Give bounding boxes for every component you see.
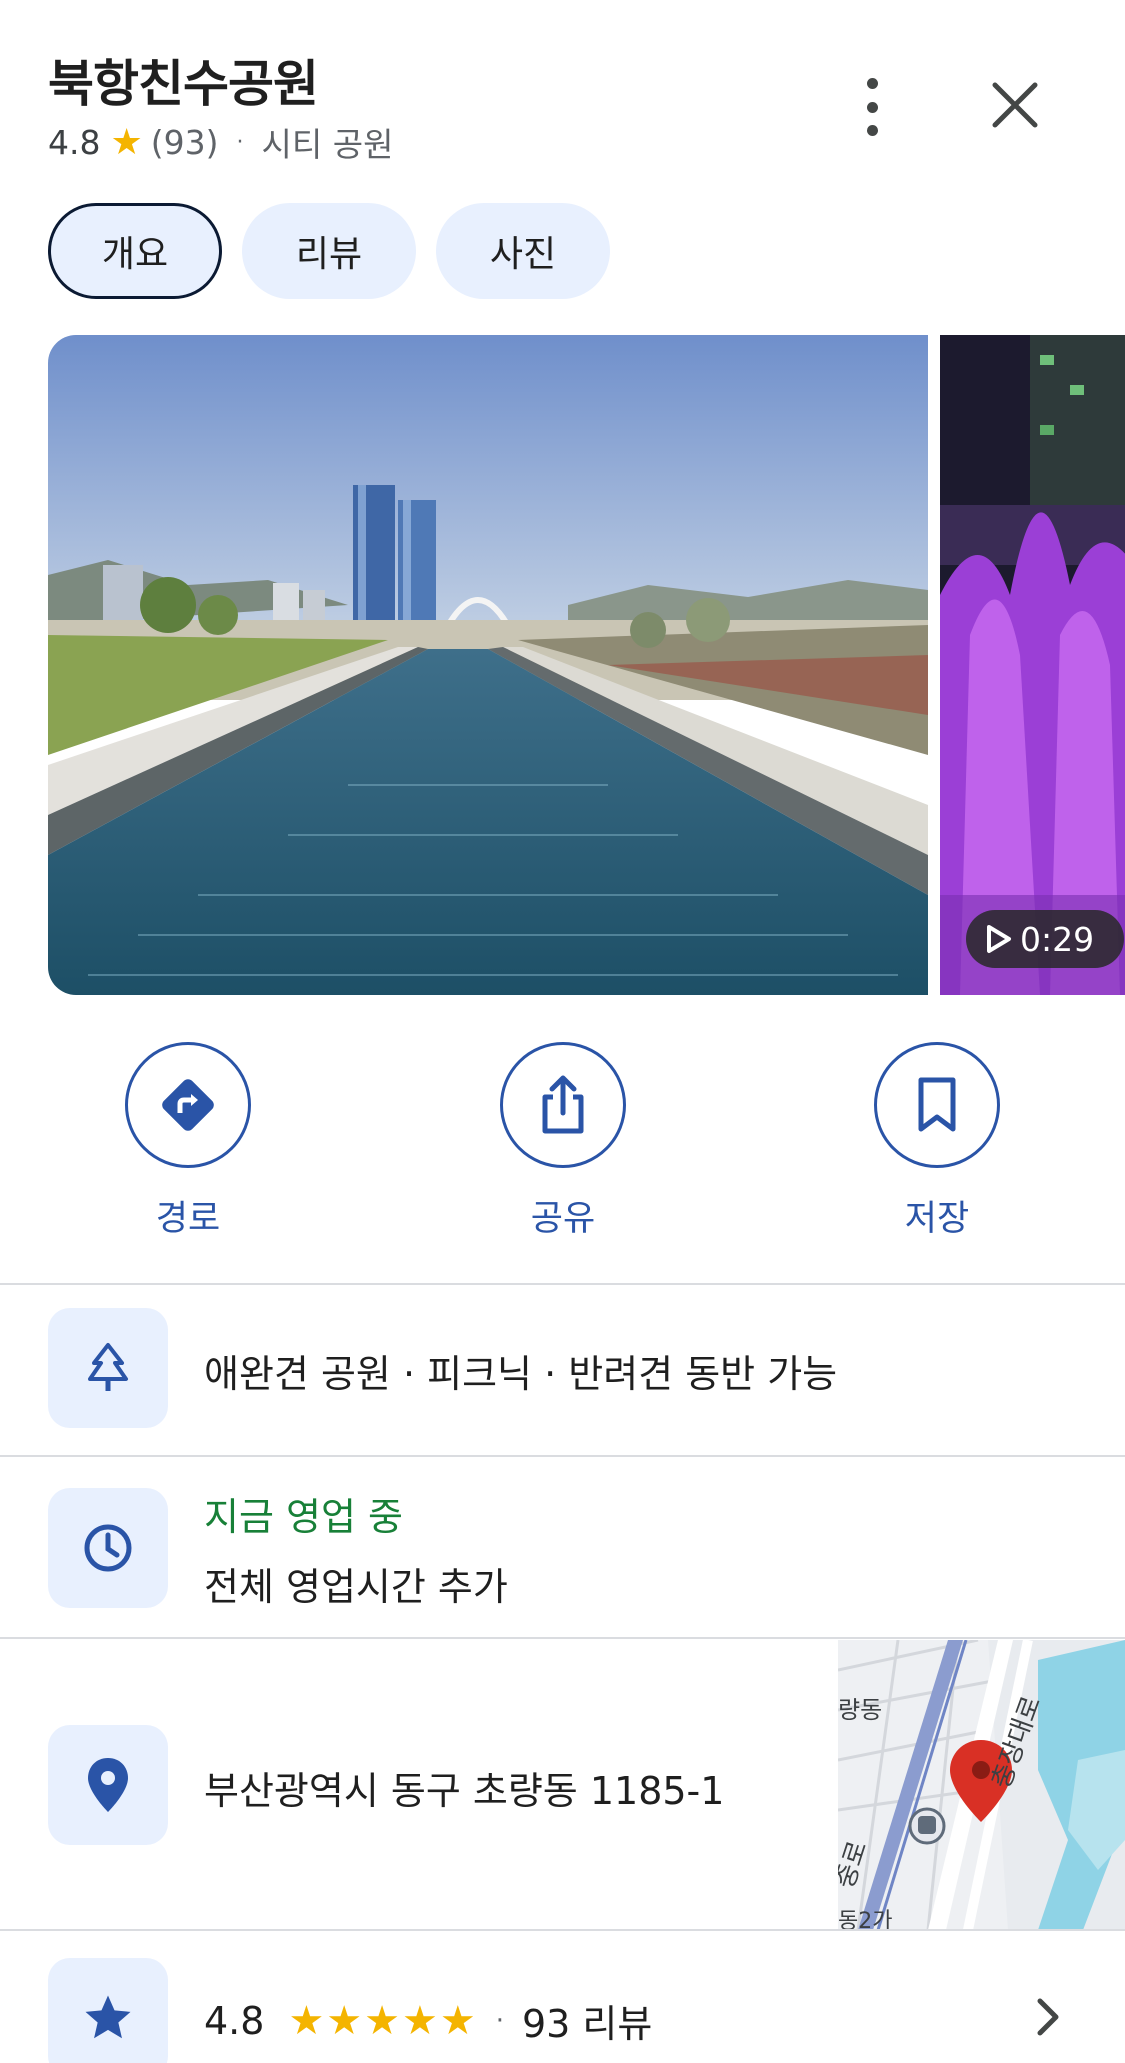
place-rating: 4.8 (48, 122, 101, 162)
tab-overview[interactable]: 개요 (48, 203, 222, 299)
save-button[interactable]: 저장 (872, 1042, 1002, 1241)
review-count[interactable]: (93) (151, 123, 219, 162)
place-title: 북항친수공원 (48, 55, 319, 113)
close-icon[interactable] (990, 80, 1040, 130)
video-duration-badge: 0:29 (966, 910, 1124, 968)
add-hours-link[interactable]: 전체 영업시간 추가 (204, 1556, 508, 1611)
main-photo[interactable] (48, 335, 928, 995)
location-pin-icon (88, 1758, 128, 1812)
mini-map[interactable]: 량동 충장대로 중로 동2가 (838, 1640, 1125, 1930)
more-options-icon[interactable] (850, 78, 894, 136)
place-subtitle: 4.8 ★ (93) · 시티 공원 (48, 118, 393, 166)
share-icon (542, 1075, 584, 1134)
reviews-summary[interactable]: 4.8 ★★★★★ · 93 리뷰 (204, 1993, 652, 2048)
map-label: 량동 (838, 1696, 882, 1724)
tab-bar: 개요 리뷰 사진 (48, 203, 610, 299)
save-label: 저장 (904, 1199, 970, 1239)
divider (0, 1283, 1125, 1285)
separator-dot: · (495, 2005, 504, 2036)
share-button[interactable]: 공유 (498, 1042, 628, 1241)
place-sheet: 북항친수공원 4.8 ★ (93) · 시티 공원 개요 리뷰 사진 0:29 … (0, 0, 1125, 2063)
review-count-label: 93 리뷰 (522, 2002, 653, 2046)
place-category: 시티 공원 (261, 125, 394, 164)
amenities-text[interactable]: 애완견 공원 · 피크닉 · 반려견 동반 가능 (204, 1343, 837, 1398)
tab-reviews[interactable]: 리뷰 (242, 203, 416, 299)
star-rating-icon: ★★★★★ (288, 1997, 478, 2044)
reviews-tile (48, 1958, 168, 2063)
divider (0, 1455, 1125, 1457)
amenities-tile (48, 1308, 168, 1428)
star-icon: ★ (110, 121, 143, 163)
play-icon (987, 925, 1011, 953)
divider (0, 1929, 1125, 1931)
directions-label: 경로 (155, 1199, 221, 1239)
separator-dot: · (236, 129, 244, 155)
clock-icon (84, 1524, 132, 1572)
action-bar: 경로 공유 저장 (0, 1042, 1125, 1242)
hours-tile (48, 1488, 168, 1608)
directions-icon (162, 1079, 214, 1131)
video-duration: 0:29 (1020, 919, 1095, 959)
star-icon (85, 1995, 131, 2039)
chevron-right-icon[interactable] (1030, 1995, 1066, 2039)
map-label: 동2가 (838, 1909, 892, 1930)
review-rating: 4.8 (204, 1998, 265, 2043)
address-tile (48, 1725, 168, 1845)
video-thumbnail[interactable] (940, 335, 1125, 995)
divider (0, 1637, 1125, 1639)
directions-button[interactable]: 경로 (123, 1042, 253, 1241)
tree-icon (88, 1343, 128, 1391)
tab-photos[interactable]: 사진 (436, 203, 610, 299)
open-status: 지금 영업 중 (204, 1495, 403, 1539)
address-text[interactable]: 부산광역시 동구 초량동 1185-1 (204, 1760, 724, 1815)
bookmark-icon (918, 1077, 956, 1132)
share-label: 공유 (530, 1199, 596, 1239)
